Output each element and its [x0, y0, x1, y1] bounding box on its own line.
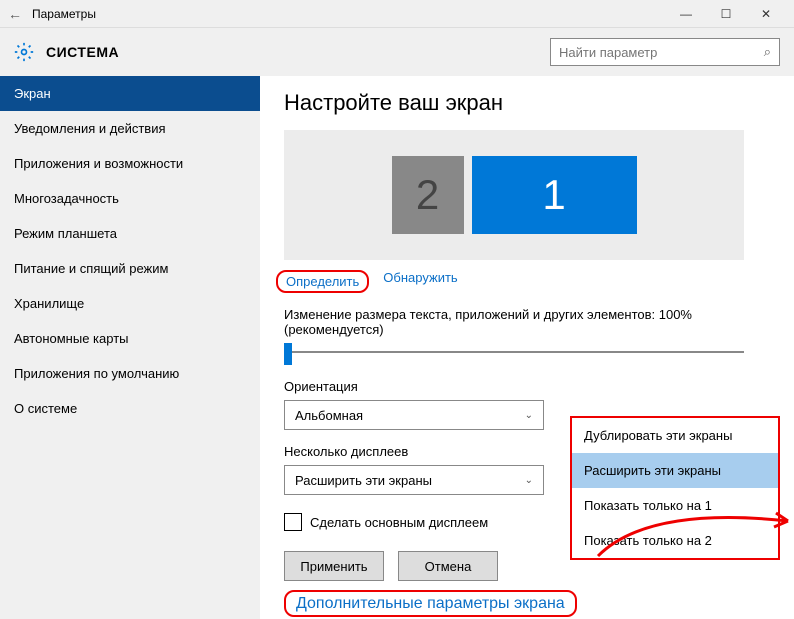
header-title: СИСТЕМА	[46, 44, 550, 60]
sidebar-item-tablet[interactable]: Режим планшета	[0, 216, 260, 251]
sidebar: Экран Уведомления и действия Приложения …	[0, 76, 260, 619]
dd-option-extend[interactable]: Расширить эти экраны	[572, 453, 778, 488]
gear-icon	[14, 42, 34, 62]
orientation-dropdown[interactable]: Альбомная ⌄	[284, 400, 544, 430]
main-content: Настройте ваш экран 2 1 Определить Обнар…	[260, 76, 794, 619]
display-arrangement[interactable]: 2 1	[284, 130, 744, 260]
orientation-label: Ориентация	[284, 379, 770, 394]
sidebar-item-display[interactable]: Экран	[0, 76, 260, 111]
sidebar-item-about[interactable]: О системе	[0, 391, 260, 426]
sidebar-item-notifications[interactable]: Уведомления и действия	[0, 111, 260, 146]
chevron-down-icon: ⌄	[525, 410, 533, 421]
chevron-down-icon: ⌄	[525, 475, 533, 486]
search-icon: ⌕	[764, 44, 771, 60]
apply-button[interactable]: Применить	[284, 551, 384, 581]
cancel-button[interactable]: Отмена	[398, 551, 498, 581]
sidebar-item-power[interactable]: Питание и спящий режим	[0, 251, 260, 286]
minimize-button[interactable]: —	[666, 0, 706, 28]
search-box[interactable]: ⌕	[550, 38, 780, 66]
scale-slider[interactable]	[284, 341, 744, 365]
maximize-button[interactable]: ☐	[706, 0, 746, 28]
multimon-value: Расширить эти экраны	[295, 473, 432, 488]
dd-option-only1[interactable]: Показать только на 1	[572, 488, 778, 523]
multimon-dropdown[interactable]: Расширить эти экраны ⌄	[284, 465, 544, 495]
window-title: Параметры	[32, 7, 666, 21]
identify-link[interactable]: Определить	[276, 270, 369, 293]
primary-display-checkbox[interactable]	[284, 513, 302, 531]
primary-display-label: Сделать основным дисплеем	[310, 515, 488, 530]
header: СИСТЕМА ⌕	[0, 28, 794, 76]
sidebar-item-maps[interactable]: Автономные карты	[0, 321, 260, 356]
display-2[interactable]: 2	[392, 156, 464, 234]
back-button[interactable]: ←	[8, 6, 32, 22]
titlebar: ← Параметры — ☐ ✕	[0, 0, 794, 28]
display-1[interactable]: 1	[472, 156, 637, 234]
orientation-value: Альбомная	[295, 408, 363, 423]
sidebar-item-multitask[interactable]: Многозадачность	[0, 181, 260, 216]
close-button[interactable]: ✕	[746, 0, 786, 28]
scale-label: Изменение размера текста, приложений и д…	[284, 307, 770, 337]
sidebar-item-storage[interactable]: Хранилище	[0, 286, 260, 321]
slider-thumb[interactable]	[284, 343, 292, 365]
dd-option-duplicate[interactable]: Дублировать эти экраны	[572, 418, 778, 453]
dd-option-only2[interactable]: Показать только на 2	[572, 523, 778, 558]
detect-link[interactable]: Обнаружить	[383, 270, 457, 293]
slider-track	[284, 351, 744, 353]
sidebar-item-default-apps[interactable]: Приложения по умолчанию	[0, 356, 260, 391]
search-input[interactable]	[559, 45, 764, 60]
page-title: Настройте ваш экран	[284, 90, 770, 116]
advanced-settings-link[interactable]: Дополнительные параметры экрана	[284, 590, 577, 617]
multimon-dropdown-menu: Дублировать эти экраны Расширить эти экр…	[570, 416, 780, 560]
sidebar-item-apps[interactable]: Приложения и возможности	[0, 146, 260, 181]
